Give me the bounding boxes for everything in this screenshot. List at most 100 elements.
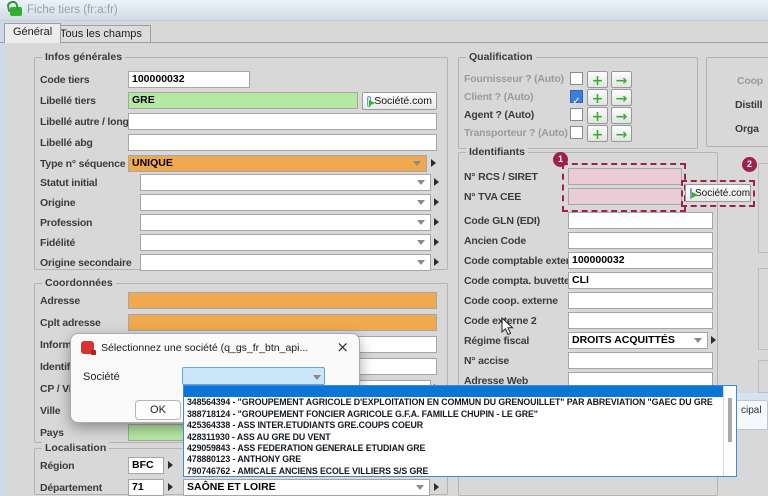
dropdown-scrollbar[interactable] [723,386,736,476]
add-transporteur-button[interactable]: + [587,125,608,142]
input-departement[interactable]: 71 [128,479,164,496]
societe-com-label: Société.com [374,95,432,107]
label-origine-secondaire: Origine secondaire [40,257,132,270]
societe-com-button[interactable]: Société.com [362,92,437,110]
input-code-coop-externe[interactable] [568,292,713,309]
goto-agent-button[interactable]: → [611,107,632,124]
combo-fidelite[interactable] [140,234,431,251]
combo-regime-fiscal[interactable]: DROITS ACQUITTÉS [568,332,708,349]
right-edge-panel [758,268,768,350]
input-region[interactable]: BFC [128,457,164,474]
group-localisation-title: Localisation [42,442,109,454]
combo-origine[interactable] [140,194,431,211]
dropdown-option[interactable]: 425364338 - ASS INTER.ETUDIANTS GRE.COUP… [184,420,736,431]
right-edge-panel [758,163,768,253]
label-code-coop-externe: Code coop. externe [464,295,558,308]
dropdown-option[interactable]: 388718124 - "GROUPEMENT FONCIER AGRICOLE… [184,409,736,420]
caret-right-icon[interactable] [434,238,439,246]
societe-com-label: Société.com [695,188,750,199]
label-transporteur: Transporteur ? (Auto) [464,127,568,140]
caret-right-icon[interactable] [711,336,716,344]
combo-profession[interactable] [140,214,431,231]
chevron-down-icon[interactable] [417,220,425,225]
label-cplt-adresse: Cplt adresse [40,317,101,330]
chevron-down-icon[interactable] [416,485,424,490]
tab-principal-partial[interactable]: cipal [735,400,768,430]
input-libelle-autre[interactable] [128,113,437,130]
chevron-down-icon[interactable] [417,200,425,205]
input-accise[interactable] [568,352,713,369]
label-ancien-code: Ancien Code [464,235,526,248]
chevron-down-icon[interactable] [417,180,425,185]
dialog-societe-combobox[interactable] [182,367,325,385]
group-infos-generales-title: Infos générales [42,51,125,63]
label-distill-partial: Distill [735,99,762,112]
dropdown-option[interactable]: 348564394 - "GROUPEMENT AGRICOLE D'EXPLO… [184,397,736,408]
combo-origine-secondaire[interactable] [140,254,431,271]
checkbox-agent[interactable]: ✓ [570,108,583,121]
chevron-down-icon[interactable] [694,338,702,343]
annotation-box-1 [562,163,686,212]
label-departement: Département [40,482,102,495]
goto-transporteur-button[interactable]: → [611,125,632,142]
caret-right-icon[interactable] [168,461,173,469]
group-identifiants-title: Identifiants [466,146,528,158]
societe-com-button-2[interactable]: Société.com [685,184,751,202]
input-adresse[interactable] [128,292,437,309]
add-agent-button[interactable]: + [587,107,608,124]
caret-right-icon[interactable] [434,178,439,186]
checkbox-fournisseur[interactable]: ✓ [570,72,583,85]
dialog-title: Sélectionnez une société (q_gs_fr_btn_ap… [101,341,325,355]
dropdown-option[interactable]: 429059843 - ASS FEDERATION GENERALE ETUD… [184,443,736,454]
dropdown-option[interactable]: 478880123 - ANTHONY GRE [184,454,736,465]
goto-client-button[interactable]: → [611,89,632,106]
group-qualification-title: Qualification [466,51,536,63]
label-ville: Ville [40,405,60,418]
tab-tous-les-champs[interactable]: Tous les champs [51,25,151,43]
caret-right-icon[interactable] [434,198,439,206]
caret-right-icon[interactable] [431,159,436,167]
caret-right-icon[interactable] [168,483,173,491]
input-code-comptable-externe[interactable]: 100000032 [568,252,713,269]
dropdown-option[interactable]: 428311930 - ASS AU GRE DU VENT [184,432,736,443]
input-cplt-adresse[interactable] [128,314,437,331]
label-pays: Pays [40,427,64,440]
label-accise: N° accise [464,355,509,368]
input-ancien-code[interactable] [568,232,713,249]
combo-statut-initial[interactable] [140,174,431,191]
label-adresse: Adresse [40,295,80,308]
dropdown-option[interactable]: 790746762 - AMICALE ANCIENS ECOLE VILLIE… [184,466,736,477]
caret-right-icon[interactable] [434,483,439,491]
chevron-down-icon[interactable] [413,161,421,166]
input-code-compta-buvette[interactable]: CLI [568,272,713,289]
close-icon[interactable]: × [336,338,349,356]
chevron-down-icon[interactable] [313,375,321,380]
annotation-badge-2: 2 [742,157,757,172]
add-client-button[interactable]: + [587,89,608,106]
checkbox-client[interactable]: ✓ [570,90,583,103]
label-code-tiers: Code tiers [40,74,89,87]
tab-general[interactable]: Général [4,23,61,43]
input-libelle-tiers[interactable]: GRE [128,92,358,109]
fiche-tiers-window: Fiche tiers (fr:a:fr) Général Tous les c… [0,0,768,496]
dropdown-option-selected-empty[interactable] [184,386,736,397]
goto-fournisseur-button[interactable]: → [611,71,632,88]
add-fournisseur-button[interactable]: + [587,71,608,88]
input-gln[interactable] [568,212,713,229]
combo-type-sequence[interactable]: UNIQUE [128,155,427,172]
ok-button[interactable]: OK [135,400,181,420]
input-libelle-abg[interactable] [128,134,437,151]
combo-departement-name[interactable]: SAÔNE ET LOIRE [183,479,430,496]
label-region: Région [40,460,74,473]
scrollbar-thumb[interactable] [728,398,732,442]
input-code-externe-2[interactable] [568,312,713,329]
caret-right-icon[interactable] [434,258,439,266]
dialog-societe-label: Société [83,371,120,383]
chevron-down-icon[interactable] [417,240,425,245]
checkbox-transporteur[interactable]: ✓ [570,126,583,139]
chevron-down-icon[interactable] [417,260,425,265]
input-code-tiers[interactable]: 100000032 [128,71,250,88]
label-fournisseur: Fournisseur ? (Auto) [464,73,564,86]
caret-right-icon[interactable] [434,218,439,226]
societe-com-icon [367,96,371,107]
